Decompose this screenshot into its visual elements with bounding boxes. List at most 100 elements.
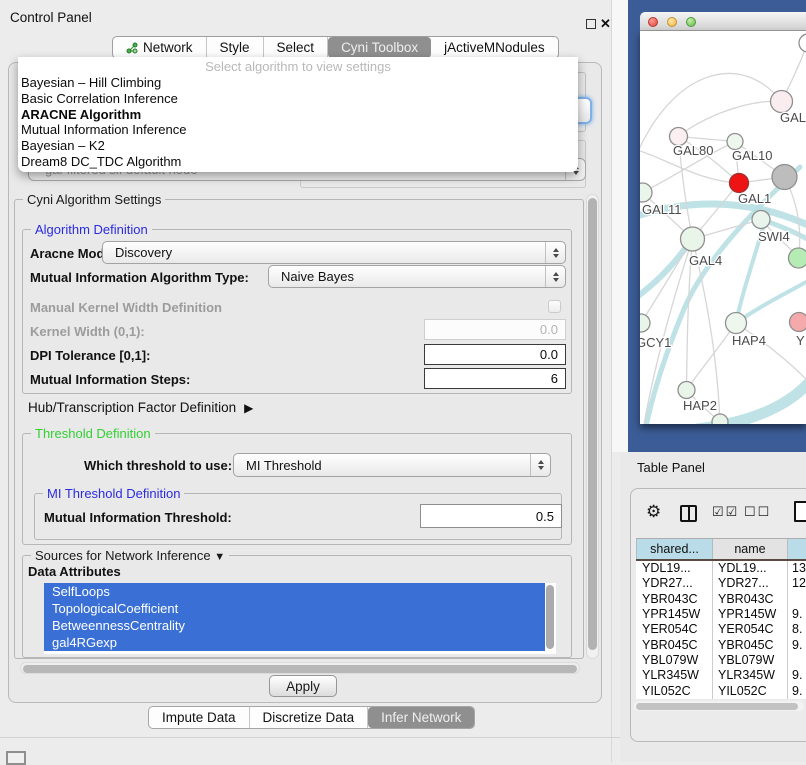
zoom-traffic-light-icon[interactable] bbox=[686, 17, 696, 27]
data-attributes-list[interactable]: SelfLoopsTopologicalCoefficientBetweenne… bbox=[44, 583, 556, 654]
attribute-item[interactable]: gal4RGexp bbox=[44, 634, 545, 651]
tab-discretize-data[interactable]: Discretize Data bbox=[250, 707, 369, 728]
algorithm-option[interactable]: Bayesian – K2 bbox=[18, 138, 578, 154]
network-node[interactable] bbox=[789, 248, 806, 268]
attribute-item[interactable]: SelfLoops bbox=[44, 583, 545, 600]
network-graph[interactable]: GALGAL80GAL10GAL1GAL11SWI4GAL4GCY1HAP4YH… bbox=[640, 31, 806, 424]
data-attributes-label: Data Attributes bbox=[28, 564, 121, 579]
network-window-titlebar[interactable] bbox=[640, 12, 806, 31]
table-header[interactable]: shared...name bbox=[636, 538, 806, 561]
network-node[interactable] bbox=[799, 34, 806, 52]
minimize-traffic-light-icon[interactable] bbox=[667, 17, 677, 27]
apply-button[interactable]: Apply bbox=[269, 675, 337, 697]
settings-horizontal-scrollbar[interactable] bbox=[20, 662, 580, 674]
expanded-arrow-icon: ▼ bbox=[214, 551, 225, 563]
tab-network[interactable]: Network bbox=[113, 37, 207, 58]
tab-style[interactable]: Style bbox=[207, 37, 264, 58]
mi-threshold-input[interactable]: 0.5 bbox=[420, 504, 562, 528]
which-threshold-select[interactable]: MI Threshold bbox=[233, 453, 551, 477]
mi-threshold-label: Mutual Information Threshold: bbox=[44, 510, 232, 525]
close-traffic-light-icon[interactable] bbox=[648, 17, 658, 27]
sources-title-text: Sources for Network Inference bbox=[35, 548, 211, 563]
network-node-hap4[interactable] bbox=[726, 313, 747, 334]
network-node[interactable] bbox=[712, 414, 728, 424]
table-row[interactable]: YLR345WYLR345W9. bbox=[636, 668, 806, 683]
kernel-width-input[interactable]: 0.0 bbox=[424, 319, 566, 340]
table-row[interactable]: YDL19...YDL19...13 bbox=[636, 561, 806, 576]
table-row[interactable]: YER054CYER054C8. bbox=[636, 622, 806, 637]
algorithm-option[interactable]: Basic Correlation Inference bbox=[18, 91, 578, 107]
dpi-tolerance-label: DPI Tolerance [0,1]: bbox=[30, 348, 150, 363]
table-cell: 13 bbox=[788, 561, 806, 576]
network-node-swi4[interactable] bbox=[752, 211, 770, 229]
settings-vertical-scrollbar[interactable] bbox=[586, 194, 599, 659]
algorithm-option[interactable]: Dream8 DC_TDC Algorithm bbox=[18, 154, 578, 170]
table-cell: 12 bbox=[788, 576, 806, 591]
control-panel-tabs: NetworkStyleSelect Cyni Toolbox jActiveMNo… bbox=[112, 36, 559, 59]
cyni-bottom-tabs: Impute DataDiscretize DataInfer Network bbox=[148, 706, 475, 729]
table-toolbar: ⚙ ☑☑ ☐☐ bbox=[630, 500, 806, 530]
node-label: SWI4 bbox=[758, 229, 790, 244]
unchecked-boxes-icon[interactable]: ☐☐ bbox=[744, 504, 771, 520]
column-header[interactable]: name bbox=[713, 539, 788, 559]
tab-label: Cyni Toolbox bbox=[341, 40, 418, 55]
split-columns-icon[interactable] bbox=[680, 505, 697, 522]
attributes-scrollbar[interactable] bbox=[546, 585, 554, 649]
table-row[interactable]: YPR145WYPR145W9. bbox=[636, 607, 806, 622]
sources-group-title[interactable]: Sources for Network Inference ▼ bbox=[31, 548, 229, 563]
table-cell: 9. bbox=[788, 638, 806, 653]
algorithm-option[interactable]: Mutual Information Inference bbox=[18, 122, 578, 138]
network-node-gal1[interactable] bbox=[730, 174, 749, 193]
checked-boxes-icon[interactable]: ☑☑ bbox=[712, 504, 739, 520]
attribute-item[interactable]: TopologicalCoefficient bbox=[44, 600, 545, 617]
mi-type-value: Naive Bayes bbox=[281, 269, 354, 284]
aracne-mode-select[interactable]: Discovery bbox=[102, 241, 566, 264]
hub-definition-label: Hub/Transcription Factor Definition bbox=[28, 400, 236, 415]
table-cell: YBL079W bbox=[713, 653, 788, 668]
table-row[interactable]: YBR045CYBR045C9. bbox=[636, 638, 806, 653]
hub-definition-toggle[interactable]: Hub/Transcription Factor Definition▶ bbox=[28, 400, 253, 415]
algorithm-option[interactable]: Bayesian – Hill Climbing bbox=[18, 75, 578, 91]
minimized-panel-icon[interactable] bbox=[6, 751, 26, 765]
node-label: GAL11 bbox=[642, 202, 682, 217]
tab-cyni-toolbox[interactable]: Cyni Toolbox bbox=[328, 37, 431, 58]
float-window-icon[interactable] bbox=[586, 19, 596, 29]
column-header[interactable] bbox=[788, 539, 806, 559]
network-node-gal4[interactable] bbox=[681, 227, 705, 251]
bottom-divider bbox=[0, 737, 620, 738]
table-cell: 9. bbox=[788, 668, 806, 683]
table-row[interactable]: YDR27...YDR27...12 bbox=[636, 576, 806, 591]
attribute-item[interactable]: BetweennessCentrality bbox=[44, 617, 545, 634]
dpi-tolerance-input[interactable]: 0.0 bbox=[424, 344, 566, 365]
dpi-tolerance-value: 0.0 bbox=[540, 347, 558, 362]
table-row[interactable]: YBR043CYBR043C bbox=[636, 592, 806, 607]
network-node-y[interactable] bbox=[790, 313, 806, 332]
table-cell: YDR27... bbox=[636, 576, 713, 591]
gear-icon[interactable]: ⚙ bbox=[646, 502, 661, 522]
table-row[interactable]: YBL079WYBL079W bbox=[636, 653, 806, 668]
manual-kernel-checkbox[interactable] bbox=[548, 300, 561, 313]
mi-type-select[interactable]: Naive Bayes bbox=[268, 265, 566, 288]
network-node[interactable] bbox=[772, 165, 797, 190]
table-body[interactable]: YDL19...YDL19...13YDR27...YDR27...12YBR0… bbox=[636, 561, 806, 699]
document-icon[interactable] bbox=[794, 501, 806, 522]
close-icon[interactable]: ✕ bbox=[600, 16, 611, 32]
table-cell: YBR043C bbox=[636, 592, 713, 607]
combo-spinner-icon bbox=[545, 242, 565, 263]
tab-select[interactable]: Select bbox=[264, 37, 329, 58]
tab-jactivemnodules[interactable]: jActiveMNodules bbox=[431, 37, 558, 58]
table-horizontal-scrollbar[interactable] bbox=[634, 701, 804, 711]
network-edge bbox=[679, 101, 782, 136]
tab-label: jActiveMNodules bbox=[444, 40, 545, 55]
column-header[interactable]: shared... bbox=[636, 539, 713, 559]
node-label: GAL4 bbox=[689, 253, 722, 268]
node-label: GAL1 bbox=[738, 191, 771, 206]
table-row[interactable]: YIL052CYIL052C9. bbox=[636, 684, 806, 699]
algorithm-option[interactable]: ARACNE Algorithm bbox=[18, 107, 578, 123]
network-node-gcy1[interactable] bbox=[640, 314, 650, 332]
tab-infer-network[interactable]: Infer Network bbox=[368, 707, 474, 728]
network-canvas[interactable]: GALGAL80GAL10GAL1GAL11SWI4GAL4GCY1HAP4YH… bbox=[640, 31, 806, 424]
mi-steps-input[interactable]: 6 bbox=[424, 368, 566, 389]
tab-impute-data[interactable]: Impute Data bbox=[149, 707, 250, 728]
network-node-hap2[interactable] bbox=[678, 382, 695, 399]
